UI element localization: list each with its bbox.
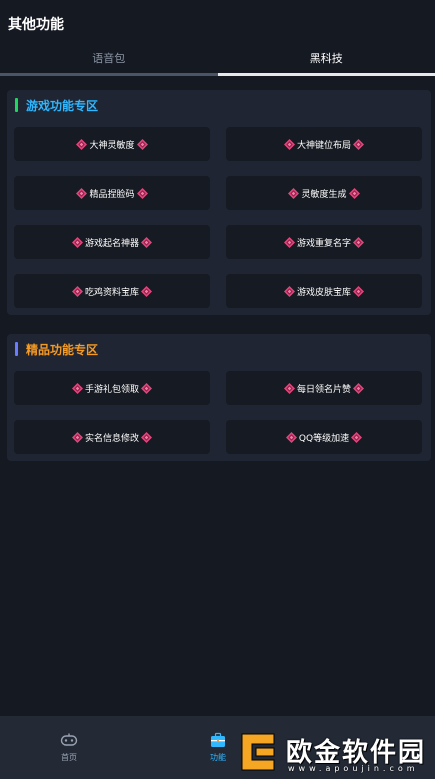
feature-button-label: 吃鸡资料宝库 [84,287,139,298]
gem-icon [136,138,148,150]
gem-icon [353,285,364,297]
toolbox-icon [211,732,225,747]
gem-icon [285,431,297,443]
gem-icon [76,138,88,150]
gem-icon [353,236,364,248]
section-title: 游戏功能专区 [26,98,99,113]
tab-underline [217,73,435,76]
gem-icon [76,187,88,199]
gem-icon [348,187,360,199]
feature-button[interactable]: 大神键位布局 [226,127,422,161]
tab-label: 语音包 [92,52,126,65]
gem-icon [353,382,364,394]
gem-icon [141,285,152,297]
feature-button[interactable]: 精品捏脸码 [14,176,210,210]
section-accent-bar [15,342,18,356]
page-title: 其他功能 [8,17,64,33]
feature-button-label: QQ等级加速 [298,433,350,444]
gem-icon [283,236,295,248]
feature-button[interactable]: 每日领名片赞 [226,371,422,405]
feature-button-label: 大神键位布局 [296,140,351,151]
gem-icon [353,138,364,150]
watermark: 欧金软件园 www.apoujin.com [236,728,430,776]
gem-icon [351,431,363,443]
gem-icon [71,431,83,443]
gem-icon [71,382,83,394]
section-accent-bar [15,98,18,112]
tab-black-tech[interactable]: 黑科技 [217,48,435,76]
gem-icon [283,138,295,150]
feature-button-label: 精品捏脸码 [89,189,135,200]
tab-underline [0,73,218,76]
feature-button[interactable]: 游戏起名神器 [14,225,210,259]
nav-label: 首页 [61,753,77,762]
watermark-url: www.apoujin.com [288,764,419,773]
nav-item-home[interactable]: 首页 [39,732,99,763]
gem-icon [141,431,152,443]
feature-button[interactable]: 实名信息修改 [14,420,210,454]
feature-button-label: 大神灵敏度 [89,140,135,151]
feature-button-label: 灵敏度生成 [301,189,347,200]
watermark-logo [241,733,275,771]
gem-icon [71,236,83,248]
nav-label: 功能 [210,753,226,762]
feature-grid: 手游礼包领取 每日领名片赞 实名信息修改 QQ等级加速 [14,371,422,454]
feature-button[interactable]: QQ等级加速 [226,420,422,454]
section-header: 游戏功能专区 [15,98,99,113]
feature-button[interactable]: 大神灵敏度 [14,127,210,161]
feature-button-label: 手游礼包领取 [84,384,139,395]
gem-icon [141,236,152,248]
gamepad-icon [60,733,78,746]
gem-icon [288,187,300,199]
feature-button-label: 实名信息修改 [84,433,139,444]
tab-voice-pack[interactable]: 语音包 [0,48,218,76]
gem-icon [283,285,295,297]
feature-button-label: 游戏起名神器 [84,238,139,249]
section-header: 精品功能专区 [15,342,99,357]
feature-button[interactable]: 手游礼包领取 [14,371,210,405]
section-premium-features: 精品功能专区 手游礼包领取 每日领名片赞 实名信息修改 QQ等级加速 [7,334,431,461]
header: 其他功能 [0,0,435,48]
feature-button-label: 游戏重复名字 [296,238,351,249]
gem-icon [283,382,295,394]
feature-grid: 大神灵敏度 大神键位布局 精品捏脸码 灵敏度生成 游戏起名神器 游戏重复名字 吃… [14,127,422,308]
tab-bar: 语音包 黑科技 [0,48,435,76]
section-title: 精品功能专区 [26,342,99,357]
feature-button[interactable]: 游戏重复名字 [226,225,422,259]
tab-label: 黑科技 [309,52,343,65]
feature-button-label: 游戏皮肤宝库 [296,287,351,298]
feature-button-label: 每日领名片赞 [296,384,351,395]
feature-button[interactable]: 灵敏度生成 [226,176,422,210]
gem-icon [141,382,152,394]
gem-icon [71,285,83,297]
feature-button[interactable]: 游戏皮肤宝库 [226,274,422,308]
section-game-features: 游戏功能专区 大神灵敏度 大神键位布局 精品捏脸码 灵敏度生成 游戏起名神器 游… [7,90,431,315]
feature-button[interactable]: 吃鸡资料宝库 [14,274,210,308]
gem-icon [136,187,148,199]
